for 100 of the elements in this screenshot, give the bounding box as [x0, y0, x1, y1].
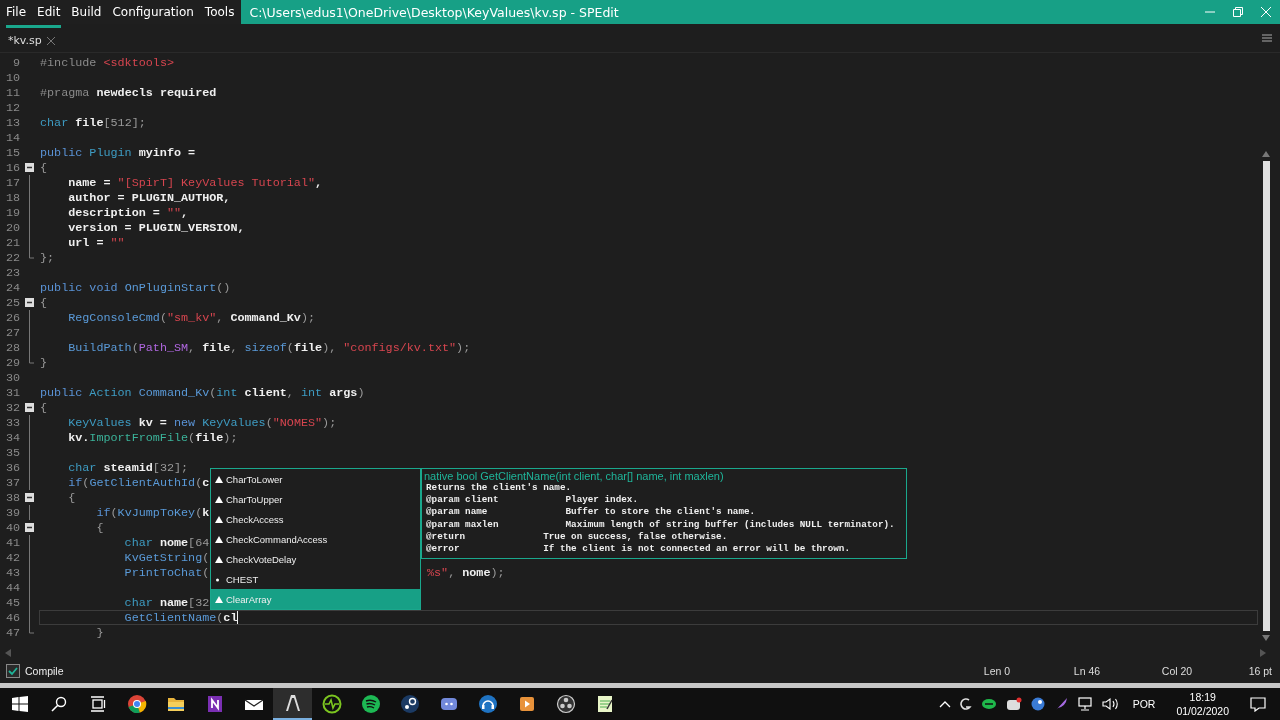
menu-item[interactable]: Tools	[198, 5, 240, 19]
line-number: 19	[4, 205, 20, 220]
line-number: 39	[4, 505, 20, 520]
checkbox-icon[interactable]	[6, 664, 20, 678]
code-line: kv.ImportFromFile(file);	[67, 430, 238, 445]
fold-toggle-icon[interactable]	[25, 160, 34, 175]
line-number: 40	[4, 520, 20, 535]
line-number: 23	[4, 265, 20, 280]
code-line: public Action Command_Kv(int client, int args)	[40, 385, 365, 400]
chat-bubble-icon[interactable]	[1005, 697, 1022, 711]
line-number: 9	[11, 55, 20, 70]
down-arrow-icon[interactable]	[1262, 635, 1270, 641]
line-number: 47	[4, 625, 20, 640]
autocomplete-item[interactable]: CheckAccess	[211, 509, 420, 529]
line-number: 33	[4, 415, 20, 430]
speaker-icon[interactable]	[1101, 697, 1120, 711]
line-number: 12	[4, 100, 20, 115]
font-size-indicator: 16 pt	[1247, 665, 1272, 677]
fold-toggle-icon[interactable]	[25, 400, 34, 415]
code-line: author = PLUGIN_AUTHOR,	[67, 190, 231, 205]
scrollbar-thumb[interactable]	[1262, 161, 1270, 631]
language-indicator[interactable]: POR	[1132, 698, 1156, 710]
triangle-icon	[215, 555, 223, 563]
line-number: 36	[4, 460, 20, 475]
compile-checkbox[interactable]: Compile	[6, 664, 64, 678]
headset-icon	[477, 694, 498, 714]
doc-line: Returns the client's name.	[425, 482, 573, 495]
menu-item[interactable]: File	[0, 5, 32, 19]
line-indicator: Ln 46	[1072, 665, 1102, 677]
code-line: char nome[64	[123, 535, 210, 550]
code-line: char steamid[32];	[67, 460, 189, 475]
line-number: 11	[4, 85, 20, 100]
menu-icon[interactable]	[1262, 34, 1272, 42]
file-tab[interactable]: *kv.sp	[6, 25, 61, 52]
network-icon[interactable]	[1076, 697, 1093, 711]
line-number: 37	[4, 475, 20, 490]
fold-toggle-icon[interactable]	[25, 490, 34, 505]
code-line: #include <sdktools>	[40, 55, 174, 70]
line-number: 16	[4, 160, 20, 175]
code-line: RegConsoleCmd("sm_kv", Command_Kv);	[67, 310, 316, 325]
line-number: 14	[4, 130, 20, 145]
line-number: 27	[4, 325, 20, 340]
line-number: 30	[4, 370, 20, 385]
code-line: name = "[SpirT] KeyValues Tutorial",	[67, 175, 323, 190]
taskbar-app-button[interactable]	[273, 688, 312, 720]
code-line: PrintToChat(	[123, 565, 210, 580]
autocomplete-item[interactable]: CharToUpper	[211, 489, 420, 509]
line-number: 17	[4, 175, 20, 190]
feather-icon[interactable]	[1053, 697, 1068, 711]
menu-item[interactable]: Build	[65, 5, 107, 19]
length-indicator: Len 0	[982, 665, 1012, 677]
line-number: 35	[4, 445, 20, 460]
clock-time: 18:19	[1189, 690, 1216, 704]
aperture-icon	[555, 694, 576, 714]
triangle-icon	[215, 535, 223, 543]
code-line: {	[95, 520, 104, 535]
fold-toggle-icon[interactable]	[25, 295, 34, 310]
search-icon	[50, 696, 67, 712]
notification-icon[interactable]	[1250, 696, 1266, 712]
menu-item[interactable]: Configuration	[106, 5, 199, 19]
doc-line: @param name Buffer to store the client's name.	[425, 506, 757, 519]
code-line: if(KvJumpToKey(k	[95, 505, 210, 520]
hook-icon[interactable]	[959, 697, 972, 711]
up-arrow-icon[interactable]	[1262, 151, 1270, 157]
code-line: {	[40, 400, 48, 415]
line-number: 15	[4, 145, 20, 160]
triangle-icon	[215, 515, 223, 523]
browser-icon	[126, 694, 147, 714]
fold-toggle-icon[interactable]	[25, 520, 34, 535]
code-line: KeyValues kv = new KeyValues("NOMES");	[67, 415, 337, 430]
line-number: 28	[4, 340, 20, 355]
code-line: public Plugin myinfo =	[40, 145, 196, 160]
code-line: char file[512];	[40, 115, 146, 130]
autocomplete-item[interactable]: CHEST	[211, 569, 420, 589]
autocomplete-item[interactable]: CheckCommandAccess	[211, 529, 420, 549]
code-line: {	[40, 295, 48, 310]
code-line: if(GetClientAuthId(c	[67, 475, 210, 490]
doc-line: @param client Player index.	[425, 494, 639, 507]
line-number: 42	[4, 550, 20, 565]
autocomplete-item[interactable]: CheckVoteDelay	[211, 549, 420, 569]
windows-logo-icon	[11, 696, 28, 712]
pulse-icon	[321, 694, 342, 714]
line-number: 32	[4, 400, 20, 415]
autocomplete-item[interactable]: CharToLower	[211, 469, 420, 489]
line-number: 25	[4, 295, 20, 310]
doc-line: @return True on success, false otherwise.	[425, 530, 729, 543]
line-number: 26	[4, 310, 20, 325]
text-cursor	[237, 611, 239, 624]
menu-item[interactable]: Edit	[31, 5, 66, 19]
doc-line: @param maxlen Maximum length of string buffer (includes NULL terminator).	[425, 518, 896, 531]
clock-date: 01/02/2020	[1176, 704, 1229, 718]
line-number: 24	[4, 280, 20, 295]
caret-up-icon[interactable]	[938, 700, 951, 708]
clock[interactable]: 18:19 01/02/2020	[1176, 690, 1229, 718]
close-icon[interactable]	[46, 36, 55, 45]
doc-line: @error If the client is not connected an error will be thrown.	[425, 543, 851, 556]
line-number: 22	[4, 250, 20, 265]
line-number: 38	[4, 490, 20, 505]
restore-icon	[1233, 7, 1243, 17]
code-line: version = PLUGIN_VERSION,	[67, 220, 245, 235]
